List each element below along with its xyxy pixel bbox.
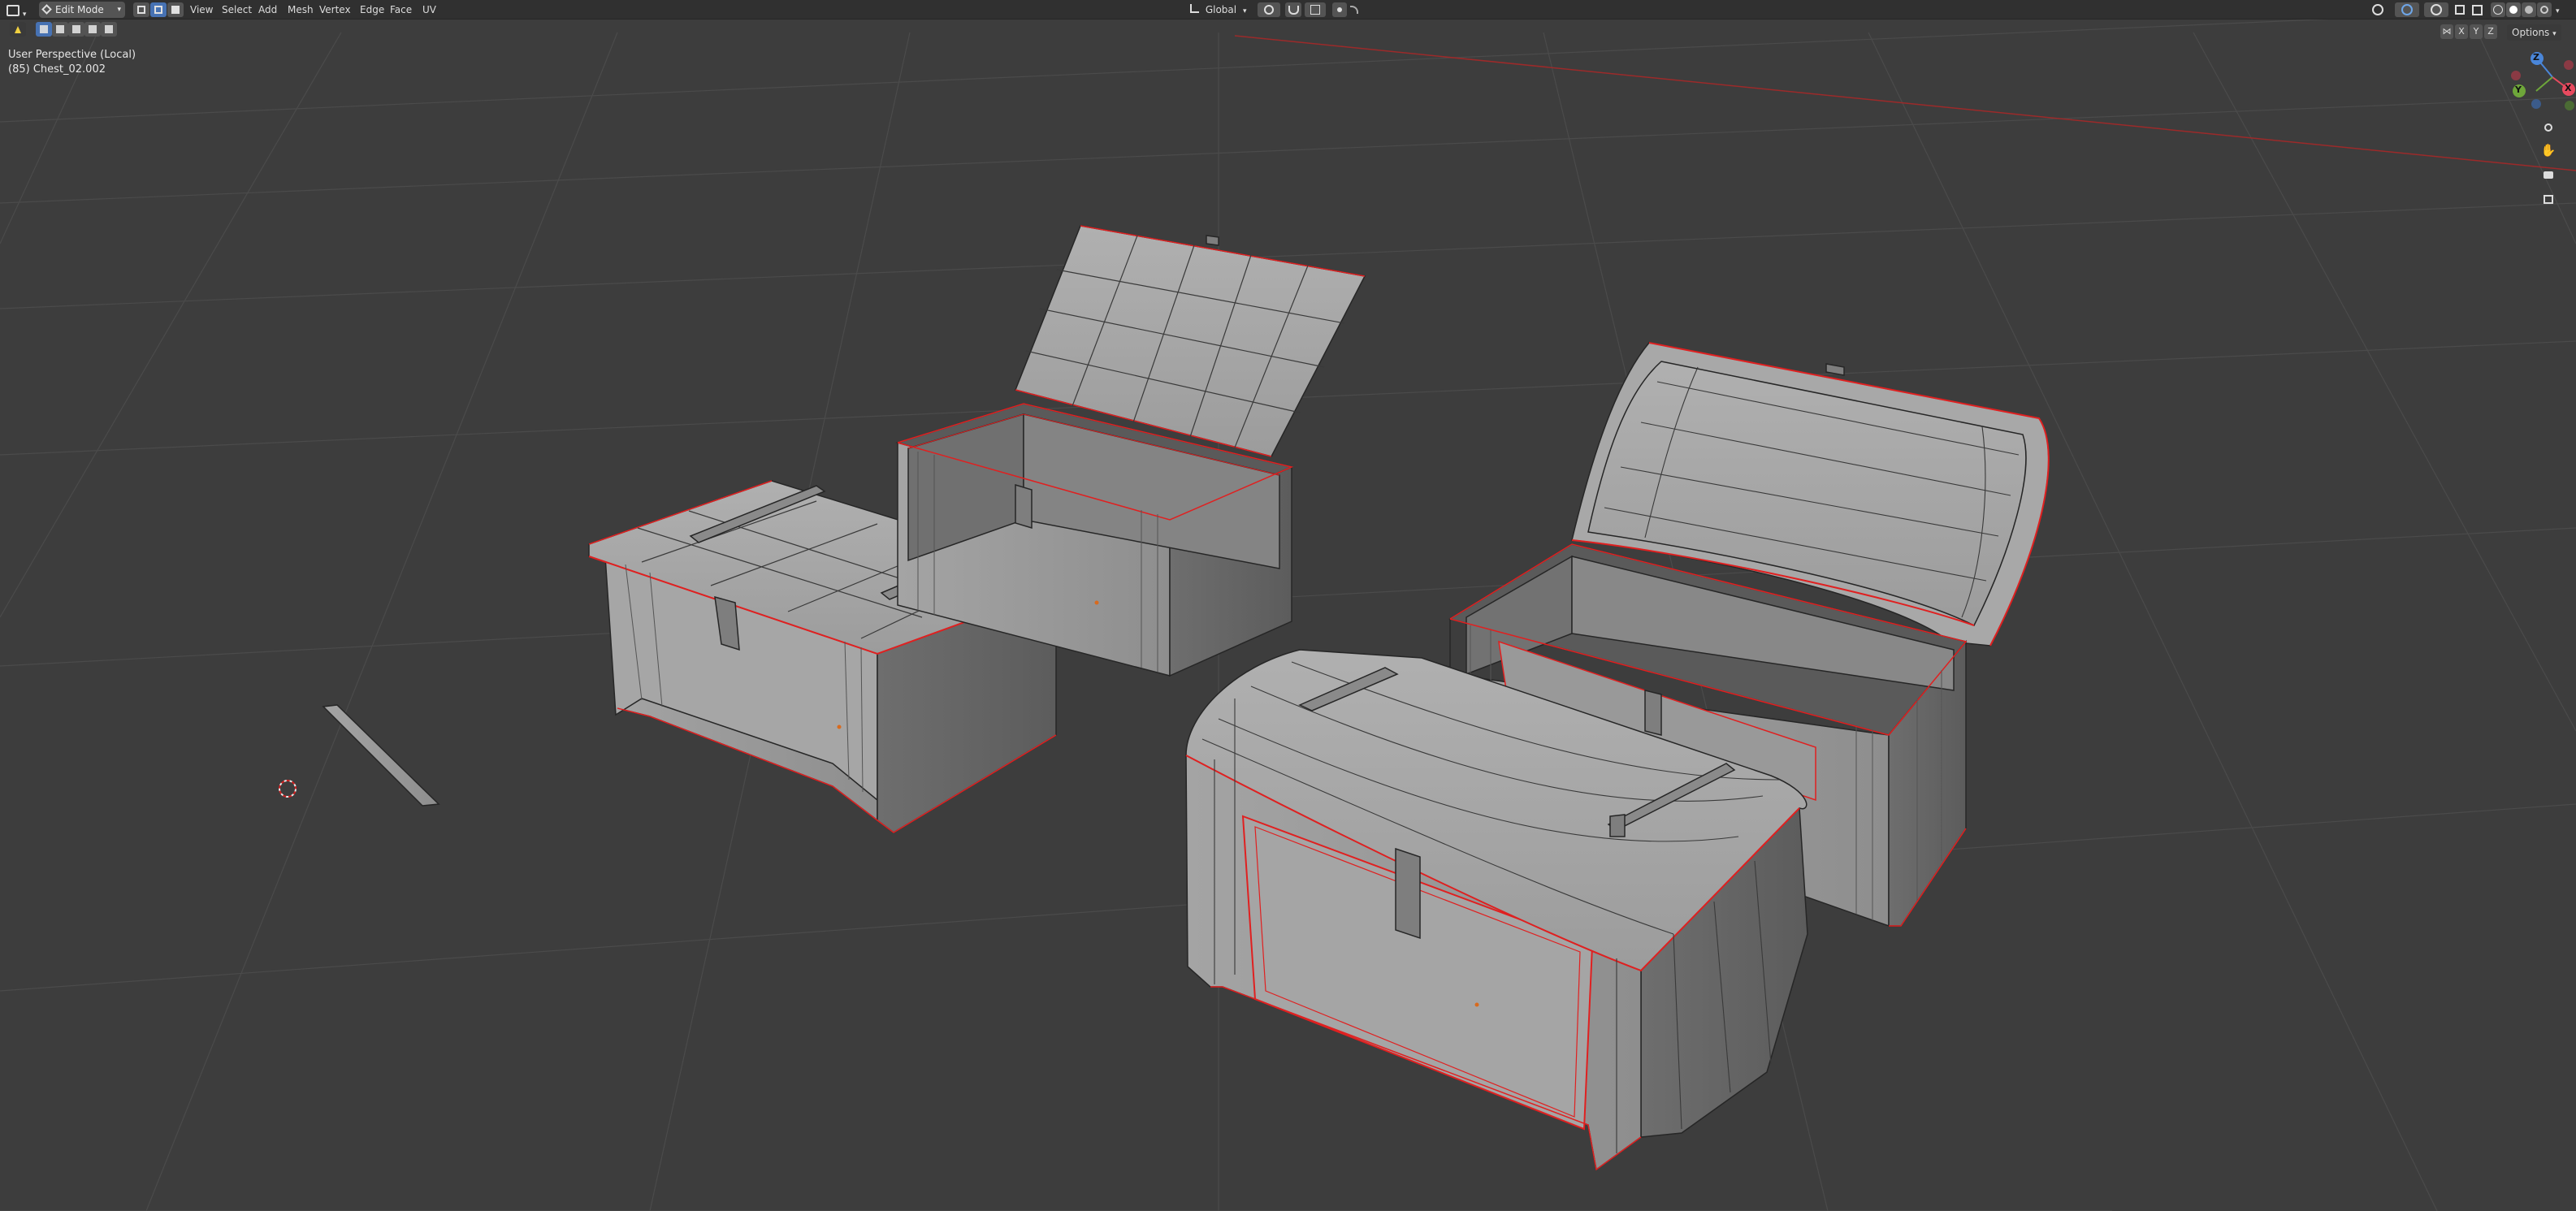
select-subtract-icon bbox=[72, 25, 80, 33]
shading-options-dropdown[interactable]: ▾ bbox=[2556, 2, 2567, 17]
pivot-icon bbox=[1264, 5, 1274, 15]
show-overlays-button[interactable] bbox=[2424, 2, 2448, 17]
snap-magnet-icon bbox=[1288, 5, 1299, 15]
3d-viewport[interactable] bbox=[0, 0, 2576, 1211]
active-tool-button[interactable] bbox=[10, 22, 26, 37]
menu-face[interactable]: Face bbox=[390, 2, 412, 17]
shading-rendered-button[interactable] bbox=[2537, 2, 2552, 17]
pivot-point-button[interactable] bbox=[1258, 2, 1280, 17]
rendered-sphere-icon bbox=[2540, 6, 2548, 14]
mode-label: Edit Mode bbox=[55, 4, 104, 15]
shading-wireframe-button[interactable] bbox=[2491, 2, 2505, 17]
gizmo-z-label[interactable]: Z bbox=[2533, 52, 2539, 63]
chevron-down-icon: ▾ bbox=[2552, 30, 2557, 38]
solid-sphere-icon bbox=[2509, 6, 2518, 14]
shading-solid-button[interactable] bbox=[2506, 2, 2521, 17]
chevron-down-icon: ▾ bbox=[1242, 7, 1247, 15]
axis-y-button[interactable]: Y bbox=[2470, 24, 2483, 39]
viewport-header: ▾ Edit Mode ▾ View Select Add Mesh Verte… bbox=[0, 0, 2576, 19]
camera-icon bbox=[2544, 171, 2553, 179]
menu-view[interactable]: View bbox=[190, 2, 213, 17]
menu-select[interactable]: Select bbox=[222, 2, 252, 17]
select-mode-extend-button[interactable] bbox=[52, 22, 68, 37]
object-label: (85) Chest_02.002 bbox=[8, 63, 106, 76]
mesh-edit-overlays-button[interactable] bbox=[2452, 2, 2468, 17]
select-intersect-icon bbox=[105, 25, 113, 33]
orientation-icon bbox=[1190, 4, 1199, 13]
gizmo-x-label[interactable]: X bbox=[2565, 83, 2571, 93]
face-select-button[interactable] bbox=[167, 2, 184, 17]
gizmo-icon bbox=[2401, 4, 2413, 15]
select-mode-new-button[interactable] bbox=[36, 22, 52, 37]
mesh-overlay-icon bbox=[2455, 5, 2465, 15]
vertex-select-button[interactable] bbox=[133, 2, 149, 17]
select-mode-subtract-button[interactable] bbox=[68, 22, 84, 37]
wireframe-sphere-icon bbox=[2493, 5, 2503, 15]
viewport-info: User Perspective (Local) (85) Chest_02.0… bbox=[8, 47, 136, 78]
snap-grid-icon bbox=[1310, 5, 1320, 15]
chevron-down-icon: ▾ bbox=[2556, 7, 2560, 15]
show-gizmo-button[interactable] bbox=[2395, 2, 2419, 17]
perspective-toggle-button[interactable] bbox=[2538, 188, 2559, 210]
menu-add[interactable]: Add bbox=[258, 2, 277, 17]
select-invert-icon bbox=[89, 25, 97, 33]
transform-orientation-dropdown[interactable]: Global ▾ bbox=[1190, 2, 1252, 17]
select-cursor-icon bbox=[15, 25, 21, 33]
falloff-button[interactable] bbox=[1350, 2, 1363, 17]
proportional-edit-icon bbox=[1337, 7, 1342, 12]
butterfly-icon: ⋈ bbox=[2442, 26, 2452, 37]
pan-hand-icon: ✋ bbox=[2540, 143, 2557, 158]
material-sphere-icon bbox=[2525, 6, 2533, 14]
chevron-down-icon: ▾ bbox=[22, 11, 27, 19]
gizmo-y-label[interactable]: Y bbox=[2515, 84, 2522, 95]
overlays-icon bbox=[2431, 4, 2442, 15]
tool-settings-row bbox=[0, 19, 162, 41]
snap-toggle-button[interactable] bbox=[1285, 2, 1301, 17]
view-label: User Perspective (Local) bbox=[8, 49, 136, 61]
perspective-grid-icon bbox=[2544, 194, 2553, 204]
options-label: Options bbox=[2512, 27, 2550, 38]
zoom-button[interactable] bbox=[2538, 117, 2559, 138]
chevron-down-icon: ▾ bbox=[117, 6, 121, 14]
camera-view-button[interactable] bbox=[2538, 164, 2559, 185]
editor-type-button[interactable]: ▾ bbox=[6, 2, 31, 19]
mirror-toggle-button[interactable]: ⋈ bbox=[2440, 24, 2453, 39]
edit-mode-icon bbox=[41, 4, 52, 15]
select-mode-invert-button[interactable] bbox=[84, 22, 101, 37]
orientation-label: Global bbox=[1205, 4, 1237, 15]
edge-select-button[interactable] bbox=[150, 2, 167, 17]
visibility-selectability-button[interactable] bbox=[2367, 2, 2388, 17]
axis-z-button[interactable]: Z bbox=[2484, 24, 2497, 39]
edge-select-icon bbox=[154, 6, 162, 14]
options-dropdown[interactable]: Options ▾ bbox=[2507, 24, 2561, 41]
menu-vertex[interactable]: Vertex bbox=[319, 2, 351, 17]
pan-button[interactable]: ✋ bbox=[2538, 140, 2559, 161]
menu-uv[interactable]: UV bbox=[422, 2, 436, 17]
snap-target-button[interactable] bbox=[1305, 2, 1326, 17]
3d-viewport-icon bbox=[6, 5, 19, 16]
vertex-select-icon bbox=[137, 6, 145, 14]
eye-cursor-icon bbox=[2372, 4, 2383, 15]
xray-icon bbox=[2471, 4, 2483, 15]
xray-toggle-button[interactable] bbox=[2470, 2, 2484, 17]
proportional-edit-button[interactable] bbox=[1332, 2, 1347, 17]
mode-dropdown[interactable]: Edit Mode ▾ bbox=[39, 2, 125, 18]
select-new-icon bbox=[40, 25, 48, 33]
axis-x-button[interactable]: X bbox=[2455, 24, 2468, 39]
shading-material-button[interactable] bbox=[2522, 2, 2536, 17]
select-extend-icon bbox=[56, 25, 64, 33]
zoom-icon bbox=[2544, 123, 2552, 132]
select-mode-intersect-button[interactable] bbox=[101, 22, 117, 37]
face-select-icon bbox=[171, 6, 180, 14]
menu-mesh[interactable]: Mesh bbox=[288, 2, 314, 17]
falloff-curve-icon bbox=[1350, 6, 1358, 14]
menu-edge[interactable]: Edge bbox=[360, 2, 384, 17]
